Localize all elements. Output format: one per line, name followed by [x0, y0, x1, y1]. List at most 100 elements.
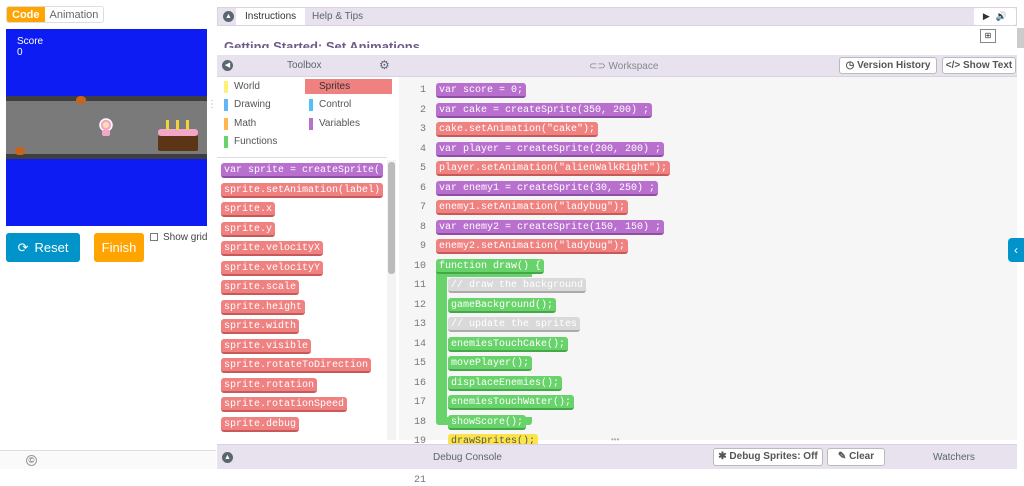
code-block-line[interactable]: var cake = createSprite(350, 200) ; — [436, 102, 653, 118]
toolbox-block[interactable]: sprite.y — [221, 221, 276, 237]
category-color-swatch — [224, 81, 228, 93]
category-label: Control — [319, 99, 352, 110]
finish-button[interactable]: Finish — [94, 233, 144, 262]
code-block-line[interactable]: enemiesTouchWater(); — [448, 395, 575, 410]
ladybug-sprite — [15, 147, 25, 155]
play-icon[interactable]: ▶ — [983, 11, 990, 22]
speaker-icon[interactable]: 🔊 — [996, 11, 1007, 22]
code-block-line[interactable]: movePlayer(); — [448, 356, 533, 371]
toolbox-block[interactable]: var sprite = createSprite( — [221, 163, 384, 178]
reset-label: Reset — [34, 240, 69, 255]
category-world[interactable]: World — [220, 79, 307, 94]
tab-instructions[interactable]: Instructions — [236, 8, 306, 25]
toolbox-block[interactable]: sprite.x — [221, 202, 276, 217]
toolbox-block[interactable]: sprite.width — [221, 319, 300, 334]
copyright-icon[interactable]: © — [26, 455, 37, 466]
tab-animation[interactable]: Animation — [44, 7, 104, 22]
toolbox-block[interactable]: sprite.debug — [221, 416, 300, 432]
code-block-line[interactable]: // draw the background — [448, 278, 587, 293]
category-control[interactable]: Control — [305, 97, 392, 112]
toolbox-block[interactable]: sprite.velocityX — [221, 241, 324, 256]
instructions-body: Getting Started: Set Animations ⊞ ••• — [217, 26, 1017, 48]
line-number: 21 — [413, 475, 426, 486]
category-color-swatch — [309, 81, 313, 93]
code-block-line[interactable]: gameBackground(); — [448, 297, 557, 313]
code-block-line[interactable]: player.setAnimation("alienWalkRight"); — [436, 161, 671, 176]
category-drawing[interactable]: Drawing — [220, 97, 307, 112]
version-history-button[interactable]: ◷ Version History — [839, 57, 937, 74]
show-grid-checkbox[interactable] — [150, 233, 158, 241]
category-color-swatch — [224, 136, 228, 148]
gear-icon[interactable]: ⚙ — [379, 58, 390, 72]
category-label: Drawing — [234, 99, 271, 110]
category-functions[interactable]: Functions — [220, 134, 307, 149]
toolbox-block[interactable]: sprite.rotation — [221, 377, 318, 393]
cake-sprite — [158, 120, 198, 152]
reference-icon[interactable]: ⊞ — [980, 29, 996, 43]
workspace-header: ⊂⊃ Workspace ◷ Version History </> Show … — [399, 55, 1017, 77]
toolbox-categories: World Sprites Drawing Control Math Variables F… — [217, 77, 399, 157]
code-block-line[interactable]: enemy2.setAnimation("ladybug"); — [436, 239, 629, 254]
reset-button[interactable]: ⟳ Reset — [6, 233, 80, 262]
panel-resize-handle[interactable]: ⋮ — [207, 99, 217, 115]
workspace-resize-handle[interactable]: ••• — [611, 435, 619, 444]
toolbox-block[interactable]: sprite.visible — [221, 338, 312, 354]
toolbox-block[interactable]: sprite.height — [221, 299, 306, 315]
tab-code[interactable]: Code — [7, 7, 45, 22]
eraser-icon: ✎ — [837, 451, 850, 462]
collapse-toolbox-icon[interactable]: ◀ — [222, 60, 233, 71]
category-color-swatch — [224, 118, 228, 130]
code-block-line[interactable]: // update the sprites — [448, 317, 581, 332]
code-block-line[interactable]: var score = 0; — [436, 83, 527, 98]
show-text-label: Show Text — [962, 60, 1013, 71]
toolbox-scroll-thumb[interactable] — [388, 162, 395, 274]
toolbox-blocks: var sprite = createSprite( sprite.setAnim… — [217, 157, 387, 437]
code-block-line[interactable]: var enemy1 = createSprite(30, 250) ; — [436, 180, 659, 196]
link-icon: ⊂⊃ — [589, 61, 609, 72]
toolbox-header: ◀ Toolbox ⚙ — [217, 55, 399, 77]
debug-sprites-label: Debug Sprites: Off — [729, 451, 818, 462]
category-color-swatch — [309, 99, 313, 111]
code-block-line[interactable]: enemy1.setAnimation("ladybug"); — [436, 200, 629, 215]
code-block-line[interactable]: cake.setAnimation("cake"); — [436, 122, 599, 137]
collapse-instructions-icon[interactable]: ▲ — [223, 11, 234, 22]
expand-panel-icon[interactable]: ‹ — [1008, 238, 1024, 262]
instructions-title: Getting Started: Set Animations — [224, 39, 420, 48]
toolbox-block[interactable]: sprite.scale — [221, 280, 300, 295]
lane-top — [6, 96, 207, 101]
instructions-header: ▲ Instructions Help & Tips ▶ 🔊 — [217, 7, 1017, 26]
ladybug-sprite — [76, 96, 86, 104]
expand-debug-icon[interactable]: ▲ — [222, 452, 233, 463]
workspace-title: ⊂⊃ Workspace — [589, 61, 658, 72]
reset-icon: ⟳ — [17, 239, 29, 255]
code-block-line[interactable]: enemiesTouchCake(); — [448, 336, 569, 352]
category-sprites[interactable]: Sprites — [305, 79, 392, 94]
tab-help-tips[interactable]: Help & Tips — [303, 8, 372, 25]
clock-icon: ◷ — [845, 60, 858, 71]
code-block-line[interactable]: var player = createSprite(200, 200) ; — [436, 141, 665, 157]
debug-sprites-button[interactable]: ✱ Debug Sprites: Off — [713, 448, 823, 466]
code-workspace[interactable]: 123456789101112131415161718192021 var sc… — [399, 77, 1017, 486]
show-text-button[interactable]: </> Show Text — [942, 57, 1016, 74]
game-stage[interactable]: Score 0 — [6, 29, 207, 226]
left-panel: Code Animation Score 0 ⟳ Reset Finish Sh… — [0, 0, 217, 469]
clear-button[interactable]: ✎ Clear — [827, 448, 885, 466]
code-block-line[interactable]: var enemy2 = createSprite(150, 150) ; — [436, 219, 665, 235]
toolbox-block[interactable]: sprite.rotationSpeed — [221, 397, 348, 412]
alien-player-sprite — [97, 118, 115, 138]
instructions-scrollbar[interactable] — [1017, 28, 1024, 48]
category-math[interactable]: Math — [220, 116, 307, 131]
toolbox-block[interactable]: sprite.setAnimation(label) — [221, 182, 384, 198]
mode-toggle: Code Animation — [6, 6, 105, 23]
category-color-swatch — [309, 118, 313, 130]
code-block-line[interactable]: showScore(); — [448, 414, 527, 430]
toolbox-block[interactable]: sprite.rotateToDirection — [221, 358, 372, 373]
bug-icon: ✱ — [718, 451, 730, 462]
toolbox-block[interactable]: sprite.velocityY — [221, 260, 324, 276]
debug-console-bar: ▲ Debug Console ✱ Debug Sprites: Off ✎ C… — [217, 444, 1017, 469]
code-block-line[interactable]: function draw() { — [436, 258, 545, 274]
code-block-line[interactable]: displaceEnemies(); — [448, 375, 563, 391]
clear-label: Clear — [849, 451, 875, 462]
category-variables[interactable]: Variables — [305, 116, 392, 131]
watchers-label[interactable]: Watchers — [933, 452, 975, 463]
